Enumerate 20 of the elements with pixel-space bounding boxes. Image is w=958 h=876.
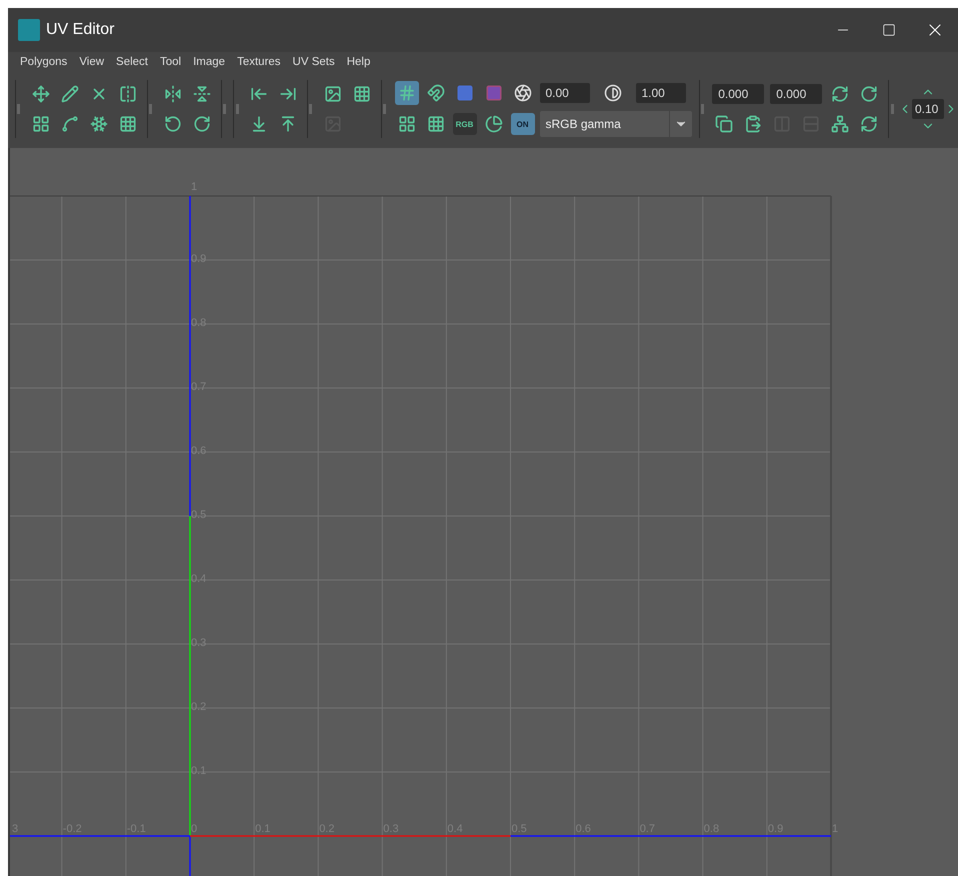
exposure-field[interactable]: 0.00 [540, 83, 590, 103]
window-title: UV Editor [46, 21, 116, 39]
step-field[interactable]: 0.10 [912, 99, 944, 119]
menu-item[interactable]: Select [110, 56, 154, 74]
menu-item[interactable]: Image [187, 56, 232, 74]
menu-item[interactable]: Tool [154, 56, 188, 74]
u-field[interactable]: 0.000 [712, 84, 764, 104]
menu-item[interactable]: Polygons [14, 56, 74, 74]
app-icon [18, 19, 40, 41]
menu-item[interactable]: Textures [231, 56, 287, 74]
gamma-field[interactable]: 1.00 [636, 83, 686, 103]
view-transform-dropdown[interactable]: sRGB gamma [540, 111, 692, 137]
channel-button[interactable]: RGB [452, 113, 476, 135]
menu-item[interactable]: Help [340, 56, 376, 74]
menu-item[interactable]: UV Sets [286, 56, 341, 74]
maximize-icon[interactable] [882, 23, 896, 37]
v-field[interactable]: 0.000 [770, 84, 822, 104]
color-management-toggle[interactable]: ON [510, 113, 534, 135]
menu-item[interactable]: View [73, 56, 110, 74]
grid-toggle[interactable] [394, 81, 418, 105]
